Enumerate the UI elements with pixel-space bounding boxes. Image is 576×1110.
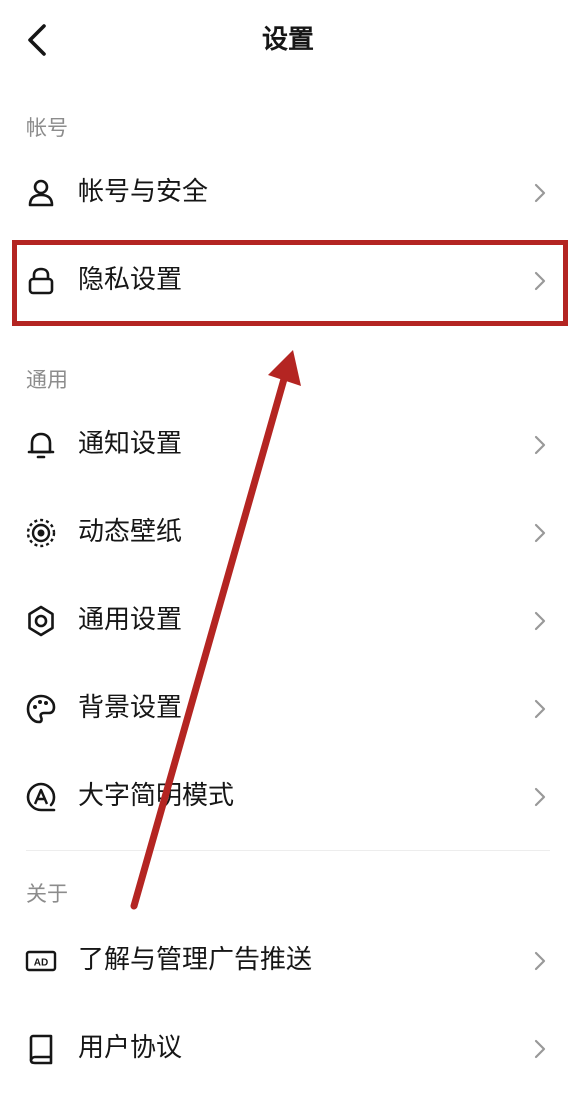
section-label-general: 通用: [26, 368, 68, 392]
chevron-right-icon: [534, 1039, 546, 1059]
menu-item-user-agreement[interactable]: 用户协议: [0, 1004, 576, 1092]
menu-item-large-font-mode[interactable]: 大字简明模式: [0, 752, 576, 840]
menu-item-label: 隐私设置: [78, 265, 183, 295]
menu-item-ad-management[interactable]: AD 了解与管理广告推送: [0, 916, 576, 1004]
chevron-right-icon: [534, 787, 546, 807]
top-bar: 设置: [0, 0, 576, 84]
menu-item-label: 通知设置: [78, 429, 183, 459]
menu-item-privacy-settings[interactable]: 隐私设置: [0, 236, 576, 324]
menu-item-live-wallpaper[interactable]: 动态壁纸: [0, 488, 576, 576]
menu-item-background-settings[interactable]: 背景设置: [0, 664, 576, 752]
menu-item-label: 动态壁纸: [78, 517, 183, 547]
section-divider: [26, 850, 550, 851]
book-icon: [29, 1034, 53, 1065]
section-label-about: 关于: [26, 882, 68, 906]
bell-icon: [27, 432, 55, 459]
menu-item-label: 用户协议: [78, 1033, 183, 1063]
menu-item-notification-settings[interactable]: 通知设置: [0, 400, 576, 488]
menu-item-general-settings[interactable]: 通用设置: [0, 576, 576, 664]
chevron-right-icon: [534, 271, 546, 291]
live-wallpaper-icon: [26, 518, 56, 548]
lock-icon: [28, 267, 54, 295]
chevron-right-icon: [534, 523, 546, 543]
ad-icon: AD: [25, 950, 57, 972]
chevron-right-icon: [534, 183, 546, 203]
section-label-account: 帐号: [26, 116, 68, 140]
menu-item-label: 了解与管理广告推送: [78, 945, 313, 975]
chevron-right-icon: [534, 435, 546, 455]
menu-item-label: 通用设置: [78, 605, 183, 635]
user-icon: [28, 179, 54, 207]
large-font-icon: [26, 782, 56, 812]
page-title: 设置: [261, 25, 314, 55]
chevron-right-icon: [534, 699, 546, 719]
menu-item-label: 帐号与安全: [78, 177, 209, 207]
menu-item-label: 大字简明模式: [78, 781, 235, 811]
menu-item-label: 背景设置: [78, 693, 183, 723]
menu-item-account-security[interactable]: 帐号与安全: [0, 148, 576, 236]
palette-icon: [26, 694, 56, 724]
svg-text:AD: AD: [34, 958, 48, 969]
chevron-right-icon: [534, 611, 546, 631]
gear-icon: [28, 605, 54, 637]
chevron-right-icon: [534, 951, 546, 971]
